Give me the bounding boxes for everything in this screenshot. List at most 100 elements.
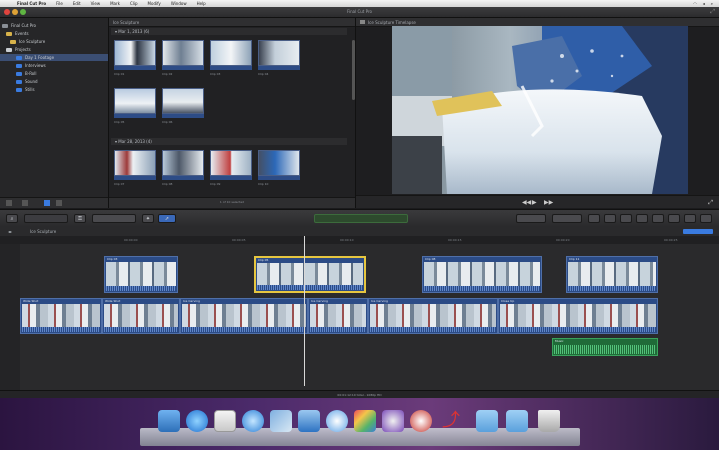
browser-clip[interactable]: Clip 03 <box>210 40 252 76</box>
keyword-button[interactable]: ⚿ <box>74 214 86 223</box>
library-item-selected[interactable]: Day 1 Footage <box>0 54 108 61</box>
snapping-button[interactable] <box>552 214 582 223</box>
final-cut-icon[interactable] <box>354 410 376 432</box>
enhance-button[interactable]: ✦ <box>142 214 154 223</box>
settings-icon[interactable] <box>22 200 28 206</box>
browser-clip[interactable]: Clip 04 <box>258 40 300 76</box>
menu-file[interactable]: File <box>51 1 68 6</box>
timeline[interactable]: Clip 03 Clip 05 Clip 08 Clip 11 Wide Sho… <box>0 244 719 390</box>
library-item[interactable]: Final Cut Pro <box>2 22 106 29</box>
library-item[interactable]: Stills <box>16 86 108 93</box>
effects-button[interactable] <box>588 214 600 223</box>
calendar-icon[interactable] <box>214 410 236 432</box>
menu-view[interactable]: View <box>86 1 106 6</box>
menu-window[interactable]: Window <box>166 1 192 6</box>
video-frame-image <box>392 26 688 194</box>
share-button[interactable] <box>668 214 680 223</box>
library-item[interactable]: Sound <box>16 78 108 85</box>
search-icon[interactable]: ⌕ <box>711 1 713 6</box>
video-frame <box>392 26 688 194</box>
browser-search-field[interactable] <box>24 214 68 223</box>
mail-icon[interactable] <box>298 410 320 432</box>
transitions-button[interactable] <box>604 214 616 223</box>
window-title: Final Cut Pro <box>346 9 372 14</box>
finder-icon[interactable] <box>158 410 180 432</box>
browser-clip[interactable]: Clip 02 <box>162 40 204 76</box>
timeline-clip[interactable]: Clip 08 <box>422 256 542 293</box>
browser-clip[interactable]: Clip 09 <box>210 150 252 186</box>
tool-icon[interactable]: ⤴ <box>440 410 462 432</box>
folder-icon <box>10 39 16 44</box>
tool-icon[interactable] <box>410 410 432 432</box>
browser-clip[interactable]: Clip 07 <box>114 150 156 186</box>
timeline-clip-selected[interactable]: Clip 05 <box>254 256 366 293</box>
volume-icon[interactable]: ◂ <box>703 1 705 6</box>
generators-button[interactable] <box>636 214 648 223</box>
inspector-button[interactable] <box>684 214 696 223</box>
themes-button[interactable] <box>652 214 664 223</box>
playhead[interactable] <box>304 236 305 386</box>
menu-help[interactable]: Help <box>192 1 211 6</box>
wand-icon: ✦ <box>145 215 151 222</box>
music-icon[interactable] <box>56 200 62 206</box>
browser-clip[interactable]: Clip 10 <box>258 150 300 186</box>
background-tasks-button[interactable] <box>700 214 712 223</box>
fast-forward-icon[interactable]: ▶▶ <box>544 199 553 206</box>
photos-icon[interactable] <box>44 200 50 206</box>
browser-clip[interactable]: Clip 06 <box>162 88 204 124</box>
timeline-ruler[interactable]: 00:00:00 00:00:05 00:00:10 00:00:15 00:0… <box>0 236 719 244</box>
menu-app[interactable]: Final Cut Pro <box>12 1 51 6</box>
key-icon: ⚿ <box>78 215 82 222</box>
folder-icon[interactable] <box>476 410 498 432</box>
rewind-icon[interactable]: ◀◀ <box>522 199 531 206</box>
back-icon[interactable]: ◂▸ <box>8 229 12 234</box>
timecode-display[interactable] <box>314 214 408 223</box>
group-header[interactable]: ▾ Mar 28, 2013 (4) <box>111 138 347 145</box>
browser-clip[interactable]: Clip 08 <box>162 150 204 186</box>
browser-clip[interactable]: Clip 05 <box>114 88 156 124</box>
play-icon[interactable]: ▶ <box>532 199 537 206</box>
edit-buttons[interactable] <box>92 214 136 223</box>
select-tool-button[interactable]: ➚ <box>158 214 176 223</box>
fullscreen-icon[interactable]: ⤢ <box>710 8 715 16</box>
event-icon <box>16 79 22 84</box>
storyline-clip[interactable]: Ice Carving <box>368 298 498 334</box>
timeline-clip[interactable]: Clip 11 <box>566 256 658 293</box>
storyline-clip[interactable]: Ice Carving <box>308 298 368 334</box>
browser-footer: 1 of 10 selected <box>109 197 355 208</box>
library-footer <box>0 197 108 208</box>
library-toggle-button[interactable]: ⌕ <box>6 214 18 223</box>
menu-edit[interactable]: Edit <box>68 1 86 6</box>
main-toolbar: ⌕ ⚿ ✦ ➚ <box>0 209 719 228</box>
photo-booth-icon[interactable] <box>382 410 404 432</box>
menu-mark[interactable]: Mark <box>105 1 125 6</box>
storyline-clip[interactable]: Wide Shot <box>20 298 102 334</box>
trash-icon[interactable] <box>538 410 560 432</box>
storyline-clip[interactable]: Ice Carving <box>180 298 308 334</box>
library-item[interactable]: B-Roll <box>16 70 108 77</box>
titles-button[interactable] <box>620 214 632 223</box>
library-item[interactable]: Interviews <box>16 62 108 69</box>
app-store-icon[interactable] <box>186 410 208 432</box>
timeline-clip[interactable]: Clip 03 <box>104 256 178 293</box>
folder-icon[interactable] <box>506 410 528 432</box>
browser-scrollbar[interactable] <box>352 40 355 100</box>
browser-clip[interactable]: Clip 01 <box>114 40 156 76</box>
storyline-clip[interactable]: Close Up <box>498 298 658 334</box>
import-icon[interactable] <box>6 200 12 206</box>
library-item[interactable]: Projects <box>0 46 108 53</box>
photos-icon[interactable] <box>270 410 292 432</box>
menu-modify[interactable]: Modify <box>143 1 166 6</box>
fullscreen-icon[interactable]: ⤢ <box>708 199 713 207</box>
menu-clip[interactable]: Clip <box>125 1 143 6</box>
audio-clip[interactable]: Music <box>552 338 658 356</box>
storyline-clip[interactable]: Wide Shot <box>102 298 180 334</box>
library-item[interactable]: Ice Sculpture <box>10 38 106 45</box>
group-header[interactable]: ▾ Mar 1, 2013 (6) <box>111 28 347 35</box>
clip-appearance-button[interactable] <box>516 214 546 223</box>
itunes-icon[interactable] <box>326 410 348 432</box>
safari-icon[interactable] <box>242 410 264 432</box>
wifi-icon[interactable]: ◠ <box>693 1 697 6</box>
library-item[interactable]: Events <box>6 30 106 37</box>
timeline-index-buttons[interactable] <box>683 229 713 234</box>
